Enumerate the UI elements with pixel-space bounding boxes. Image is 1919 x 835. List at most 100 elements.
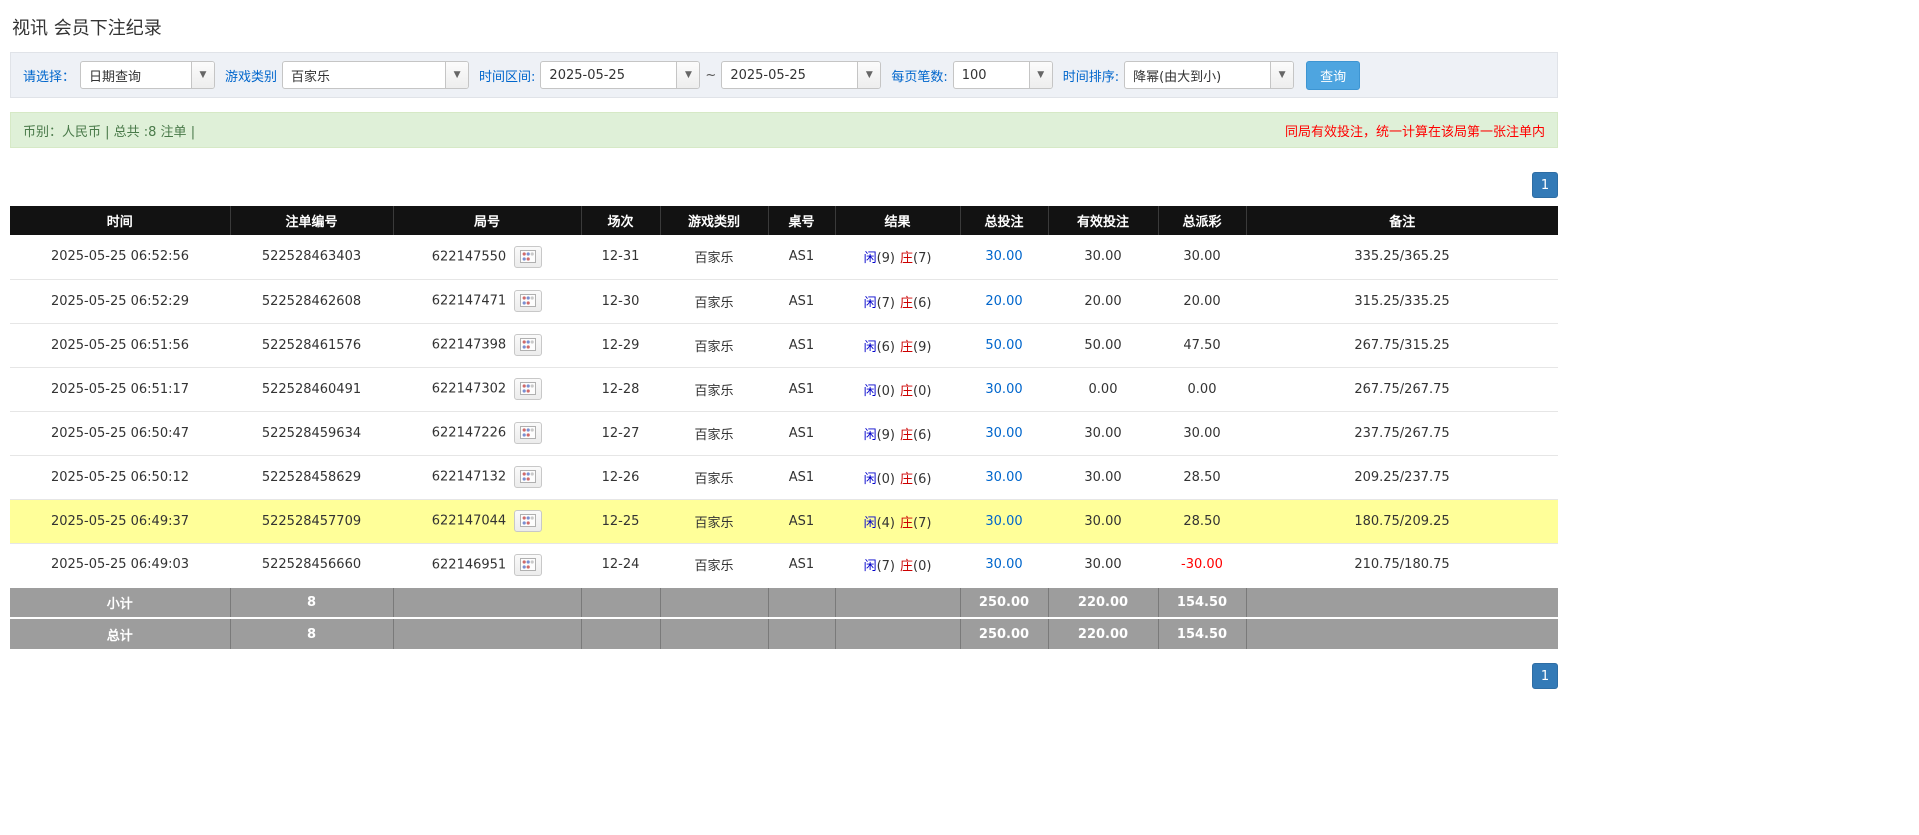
roadmap-button[interactable]	[514, 246, 542, 268]
roadmap-button[interactable]	[514, 510, 542, 532]
cell-result: 闲(6)庄(9)	[835, 323, 960, 367]
column-header-payout: 总派彩	[1158, 206, 1246, 235]
player-result-label: 闲	[864, 428, 877, 443]
chevron-down-icon[interactable]: ▼	[1029, 61, 1052, 89]
query-type-select[interactable]: 日期查询 ▼	[80, 61, 215, 89]
date-from-select[interactable]: 2025-05-25 ▼	[540, 61, 700, 89]
time-sort-select[interactable]: 降幂(由大到小) ▼	[1124, 61, 1294, 89]
page-1-button[interactable]: 1	[1532, 172, 1558, 198]
banker-result-label: 庄	[900, 559, 913, 574]
cell-table-no: AS1	[768, 367, 835, 411]
total-label: 总计	[10, 618, 230, 649]
cell-round-no: 622147226	[393, 411, 581, 455]
banker-result-num: (6)	[913, 472, 931, 487]
cell-valid-bet: 30.00	[1048, 455, 1158, 499]
cell-game-type: 百家乐	[660, 323, 768, 367]
roadmap-icon	[520, 250, 536, 263]
chevron-down-icon[interactable]: ▼	[857, 61, 880, 89]
summary-bar: 币别：人民币 | 总共 :8 注单 | 同局有效投注，统一计算在该局第一张注单内	[10, 112, 1558, 148]
cell-bet-no: 522528457709	[230, 499, 393, 543]
roadmap-icon	[520, 294, 536, 307]
cell-payout: 47.50	[1158, 323, 1246, 367]
page-1-button[interactable]: 1	[1532, 663, 1558, 689]
column-header-time: 时间	[10, 206, 230, 235]
cell-table-no: AS1	[768, 499, 835, 543]
player-result-num: (6)	[877, 340, 895, 355]
banker-result-num: (9)	[913, 340, 931, 355]
game-type-value: 百家乐	[283, 66, 445, 85]
round-no-text: 622147044	[432, 514, 506, 529]
cell-game-type: 百家乐	[660, 411, 768, 455]
total-bet-link[interactable]: 30.00	[985, 557, 1022, 572]
cell-valid-bet: 30.00	[1048, 235, 1158, 279]
cell-session: 12-30	[581, 279, 660, 323]
subtotal-valid-bet: 220.00	[1048, 587, 1158, 618]
table-row: 2025-05-25 06:50:12 522528458629 6221471…	[10, 455, 1558, 499]
table-row: 2025-05-25 06:51:56 522528461576 6221473…	[10, 323, 1558, 367]
roadmap-button[interactable]	[514, 466, 542, 488]
cell-note: 209.25/237.75	[1246, 455, 1558, 499]
cell-game-type: 百家乐	[660, 235, 768, 279]
cell-session: 12-25	[581, 499, 660, 543]
game-type-select[interactable]: 百家乐 ▼	[282, 61, 469, 89]
roadmap-icon	[520, 426, 536, 439]
roadmap-button[interactable]	[514, 422, 542, 444]
cell-round-no: 622146951	[393, 543, 581, 587]
cell-bet-no: 522528459634	[230, 411, 393, 455]
query-button[interactable]: 查询	[1306, 61, 1360, 90]
chevron-down-icon[interactable]: ▼	[676, 61, 699, 89]
cell-time: 2025-05-25 06:52:56	[10, 235, 230, 279]
total-bet-link[interactable]: 30.00	[985, 382, 1022, 397]
chevron-down-icon[interactable]: ▼	[191, 61, 214, 89]
banker-result-num: (0)	[913, 559, 931, 574]
chevron-down-icon[interactable]: ▼	[445, 61, 468, 89]
roadmap-button[interactable]	[514, 554, 542, 576]
cell-table-no: AS1	[768, 455, 835, 499]
cell-total-bet: 50.00	[960, 323, 1048, 367]
cell-table-no: AS1	[768, 323, 835, 367]
cell-round-no: 622147044	[393, 499, 581, 543]
column-header-game-type: 游戏类别	[660, 206, 768, 235]
total-bet-link[interactable]: 20.00	[985, 294, 1022, 309]
cell-game-type: 百家乐	[660, 543, 768, 587]
banker-result-num: (0)	[913, 384, 931, 399]
total-bet-link[interactable]: 30.00	[985, 249, 1022, 264]
round-no-text: 622147302	[432, 382, 506, 397]
cell-total-bet: 20.00	[960, 279, 1048, 323]
cell-payout: 20.00	[1158, 279, 1246, 323]
cell-note: 335.25/365.25	[1246, 235, 1558, 279]
round-no-text: 622147132	[432, 470, 506, 485]
column-header-bet-no: 注单编号	[230, 206, 393, 235]
total-bet-link[interactable]: 30.00	[985, 470, 1022, 485]
cell-game-type: 百家乐	[660, 499, 768, 543]
total-bet-link[interactable]: 30.00	[985, 426, 1022, 441]
cell-valid-bet: 20.00	[1048, 279, 1158, 323]
player-result-num: (4)	[877, 516, 895, 531]
banker-result-label: 庄	[900, 251, 913, 266]
banker-result-label: 庄	[900, 296, 913, 311]
roadmap-button[interactable]	[514, 334, 542, 356]
total-row: 总计 8 250.00 220.00 154.50	[10, 618, 1558, 649]
roadmap-button[interactable]	[514, 290, 542, 312]
table-row: 2025-05-25 06:52:56 522528463403 6221475…	[10, 235, 1558, 279]
notice-text: 同局有效投注，统一计算在该局第一张注单内	[1285, 121, 1545, 140]
player-result-num: (0)	[877, 472, 895, 487]
cell-table-no: AS1	[768, 543, 835, 587]
cell-bet-no: 522528463403	[230, 235, 393, 279]
cell-note: 180.75/209.25	[1246, 499, 1558, 543]
time-sort-label: 时间排序:	[1063, 66, 1119, 85]
chevron-down-icon[interactable]: ▼	[1270, 61, 1293, 89]
cell-bet-no: 522528461576	[230, 323, 393, 367]
subtotal-label: 小计	[10, 587, 230, 618]
cell-payout: 28.50	[1158, 455, 1246, 499]
banker-result-label: 庄	[900, 340, 913, 355]
date-to-select[interactable]: 2025-05-25 ▼	[721, 61, 881, 89]
total-bet-link[interactable]: 50.00	[985, 338, 1022, 353]
roadmap-button[interactable]	[514, 378, 542, 400]
per-page-select[interactable]: 100 ▼	[953, 61, 1053, 89]
subtotal-payout: 154.50	[1158, 587, 1246, 618]
cell-table-no: AS1	[768, 279, 835, 323]
cell-bet-no: 522528458629	[230, 455, 393, 499]
column-header-total-bet: 总投注	[960, 206, 1048, 235]
total-bet-link[interactable]: 30.00	[985, 514, 1022, 529]
